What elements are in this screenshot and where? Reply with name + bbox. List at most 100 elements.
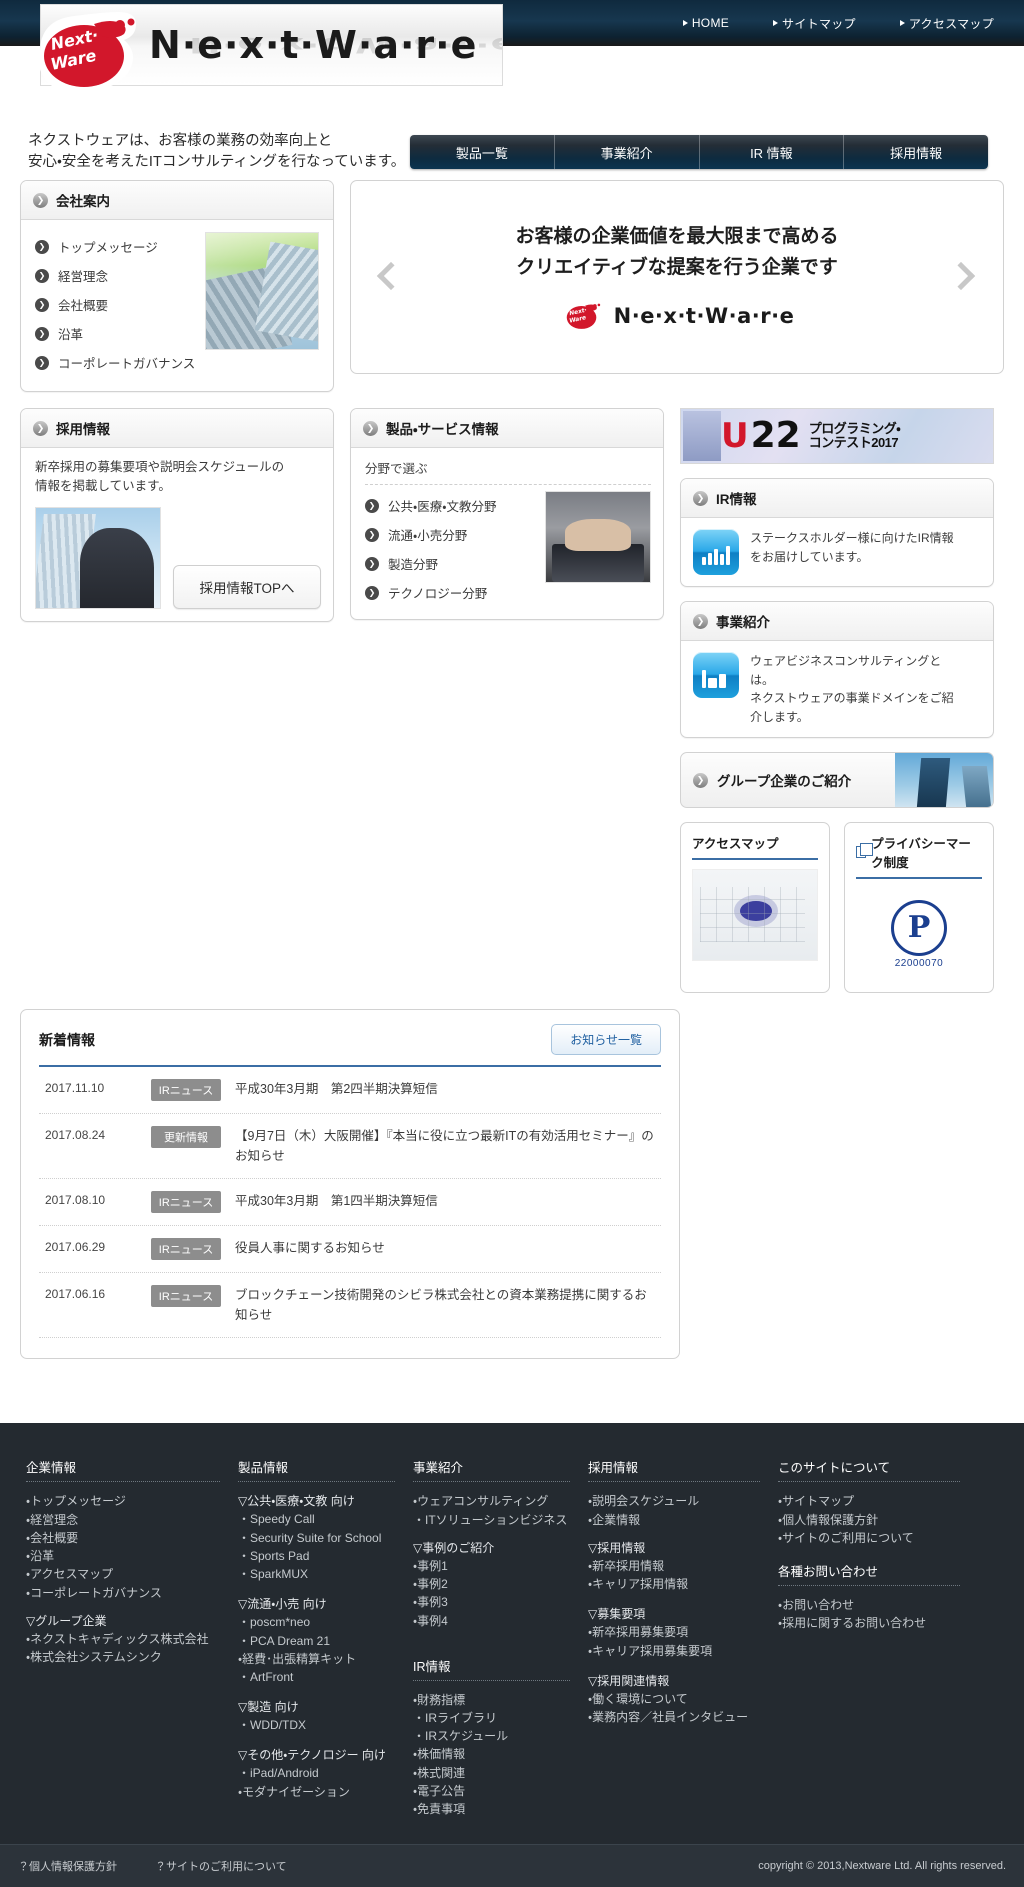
bottom-link-privacy[interactable]: ？個人情報保護方針 <box>18 1858 117 1874</box>
footer-link[interactable]: ・コーポレートガバナンス <box>26 1584 220 1602</box>
footer-link[interactable]: ・電子公告 <box>413 1782 570 1800</box>
list-item[interactable]: ❯沿革 <box>35 319 195 348</box>
list-item[interactable]: ❯流通・小売分野 <box>365 520 497 549</box>
footer-link[interactable]: ・事例2 <box>413 1575 570 1593</box>
footer-link[interactable]: ・採用に関するお問い合わせ <box>778 1614 960 1632</box>
footer-link[interactable]: ・iPad/Android <box>238 1764 395 1782</box>
access-map-box[interactable]: アクセスマップ <box>680 822 830 993</box>
footer-link[interactable]: ・財務指標 <box>413 1691 570 1709</box>
chart-app-icon <box>693 529 739 575</box>
footer-link[interactable]: ・ITソリューションビジネス <box>413 1511 570 1529</box>
products-panel-header[interactable]: ❯ 製品・サービス情報 <box>351 409 663 448</box>
footer-link[interactable]: ・業務内容／社員インタビュー <box>588 1708 760 1726</box>
company-panel-header[interactable]: ❯ 会社案内 <box>21 181 333 220</box>
footer-link-list: ・新卒採用募集要項 ・キャリア採用募集要項 <box>588 1623 760 1659</box>
footer-link[interactable]: ・会社概要 <box>26 1529 220 1547</box>
news-row[interactable]: 2017.08.10 IRニュース 平成30年3月期 第1四半期決算短信 <box>39 1179 661 1226</box>
topnav-item-sitemap[interactable]: サイトマップ <box>773 15 856 32</box>
footer-link[interactable]: ・サイトのご利用について <box>778 1529 960 1547</box>
footer-link[interactable]: ・キャリア採用募集要項 <box>588 1642 760 1660</box>
footer-link[interactable]: ・PCA Dream 21 <box>238 1632 395 1650</box>
company-item-label: コーポレートガバナンス <box>58 353 195 372</box>
banner-u-label: U <box>721 419 749 453</box>
recruit-panel-header[interactable]: ❯ 採用情報 <box>21 409 333 448</box>
footer-link[interactable]: ・IRスケジュール <box>413 1727 570 1745</box>
footer-link[interactable]: ・ネクストキャディックス株式会社 <box>26 1630 220 1648</box>
group-companies-title: グループ企業のご紹介 <box>717 770 851 790</box>
footer-link[interactable]: ・アクセスマップ <box>26 1565 220 1583</box>
footer-link[interactable]: ・説明会スケジュール <box>588 1492 760 1510</box>
footer-link[interactable]: ・経費･出張精算キット <box>238 1650 395 1668</box>
mainnav-item-products[interactable]: 製品一覧 <box>410 135 555 169</box>
ir-box-header[interactable]: ❯ IR情報 <box>681 479 993 518</box>
footer-link-list: ・お問い合わせ ・採用に関するお問い合わせ <box>778 1596 960 1632</box>
footer-link[interactable]: ・SparkMUX <box>238 1565 395 1583</box>
footer-link[interactable]: ・沿革 <box>26 1547 220 1565</box>
footer-link[interactable]: ・株式会社システムシンク <box>26 1648 220 1666</box>
list-item[interactable]: ❯公共・医療・文教分野 <box>365 491 497 520</box>
privacy-mark-image: P 22000070 <box>856 888 982 980</box>
footer-link[interactable]: ・経営理念 <box>26 1511 220 1529</box>
bottom-link-terms[interactable]: ？サイトのご利用について <box>155 1858 287 1874</box>
topnav-item-home[interactable]: HOME <box>683 16 729 30</box>
carousel-next-button[interactable] <box>951 256 977 298</box>
footer-column-business: 事業紹介 ・ウェアコンサルティング ・ITソリューションビジネス ▽事例のご紹介… <box>413 1457 588 1818</box>
list-item[interactable]: ❯テクノロジー分野 <box>365 578 497 607</box>
news-badge: IRニュース <box>151 1285 221 1307</box>
footer-link[interactable]: ・株価情報 <box>413 1745 570 1763</box>
footer-link[interactable]: ・ArtFront <box>238 1668 395 1686</box>
news-date: 2017.11.10 <box>45 1079 137 1095</box>
list-item[interactable]: ❯会社概要 <box>35 290 195 319</box>
footer-link[interactable]: ・IRライブラリ <box>413 1709 570 1727</box>
footer-link[interactable]: ・Speedy Call <box>238 1510 395 1528</box>
group-companies-box[interactable]: ❯ グループ企業のご紹介 <box>680 752 994 808</box>
products-link-list: ❯公共・医療・文教分野 ❯流通・小売分野 ❯製造分野 ❯テクノロジー分野 <box>365 491 497 607</box>
footer-link[interactable]: ・新卒採用情報 <box>588 1557 760 1575</box>
list-item[interactable]: ❯コーポレートガバナンス <box>35 348 195 377</box>
mainnav-item-ir[interactable]: IR 情報 <box>700 135 845 169</box>
news-row[interactable]: 2017.08.24 更新情報 【9月7日（木）大阪開催】『本当に役に立つ最新I… <box>39 1114 661 1179</box>
topnav-item-accessmap[interactable]: アクセスマップ <box>900 15 994 32</box>
footer-link[interactable]: ・キャリア採用情報 <box>588 1575 760 1593</box>
footer-link[interactable]: ・事例4 <box>413 1612 570 1630</box>
business-box-header[interactable]: ❯ 事業紹介 <box>681 602 993 641</box>
news-row[interactable]: 2017.06.16 IRニュース ブロックチェーン技術開発のシビラ株式会社との… <box>39 1273 661 1338</box>
footer-link[interactable]: ・サイトマップ <box>778 1492 960 1510</box>
chevron-right-circle-icon: ❯ <box>33 193 48 208</box>
footer-link[interactable]: ・株式関連 <box>413 1764 570 1782</box>
news-date: 2017.08.24 <box>45 1126 137 1142</box>
footer-link[interactable]: ・お問い合わせ <box>778 1596 960 1614</box>
u22-contest-banner[interactable]: U 22 プログラミング・ コンテスト2017 <box>680 408 994 464</box>
footer-link[interactable]: ・企業情報 <box>588 1511 760 1529</box>
footer-link[interactable]: ・Security Suite for School <box>238 1529 395 1547</box>
ir-box-body: ステークスホルダー様に向けたIR情報 をお届けしています。 <box>681 518 993 586</box>
carousel-prev-button[interactable] <box>377 256 403 298</box>
triangle-right-icon <box>900 20 905 26</box>
news-row[interactable]: 2017.06.29 IRニュース 役員人事に関するお知らせ <box>39 1226 661 1273</box>
hero-logo-wordmark: N·e·x·t·W·a·r·e <box>614 304 795 328</box>
recruit-top-button[interactable]: 採用情報TOPへ <box>173 565 321 609</box>
news-row[interactable]: 2017.11.10 IRニュース 平成30年3月期 第2四半期決算短信 <box>39 1067 661 1114</box>
footer-link[interactable]: ・トップメッセージ <box>26 1492 220 1510</box>
footer-link[interactable]: ・WDD/TDX <box>238 1716 395 1734</box>
footer-link[interactable]: ・個人情報保護方針 <box>778 1511 960 1529</box>
list-item[interactable]: ❯製造分野 <box>365 549 497 578</box>
mainnav-item-recruit[interactable]: 採用情報 <box>844 135 988 169</box>
footer-link[interactable]: ・ウェアコンサルティング <box>413 1492 570 1510</box>
list-item[interactable]: ❯経営理念 <box>35 261 195 290</box>
news-list-button[interactable]: お知らせ一覧 <box>551 1024 661 1055</box>
footer-link[interactable]: ・新卒採用募集要項 <box>588 1623 760 1641</box>
footer-link[interactable]: ・poscm*neo <box>238 1613 395 1631</box>
products-panel: ❯ 製品・サービス情報 分野で選ぶ ❯公共・医療・文教分野 ❯流通・小売分野 ❯… <box>350 408 664 620</box>
footer-link[interactable]: ・免責事項 <box>413 1800 570 1818</box>
bottom-links: ？個人情報保護方針 ？サイトのご利用について <box>18 1858 287 1874</box>
mainnav-item-business[interactable]: 事業紹介 <box>555 135 700 169</box>
footer-link[interactable]: ・モダナイゼーション <box>238 1783 395 1801</box>
footer-link[interactable]: ・働く環境について <box>588 1690 760 1708</box>
footer-link[interactable]: ・事例1 <box>413 1557 570 1575</box>
footer-link[interactable]: ・事例3 <box>413 1593 570 1611</box>
list-item[interactable]: ❯トップメッセージ <box>35 232 195 261</box>
news-date: 2017.08.10 <box>45 1191 137 1207</box>
privacy-mark-box[interactable]: プライバシーマーク制度 P 22000070 <box>844 822 994 993</box>
footer-link[interactable]: ・Sports Pad <box>238 1547 395 1565</box>
